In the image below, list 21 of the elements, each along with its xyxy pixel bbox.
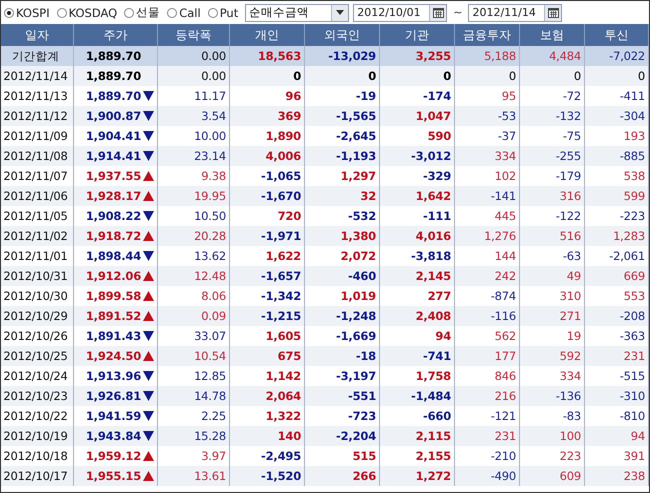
change-cell: 13.61	[158, 466, 230, 486]
calendar-icon[interactable]	[432, 8, 444, 18]
market-radio[interactable]: Put	[208, 6, 238, 20]
market-radio[interactable]: Call	[167, 6, 201, 20]
market-radio[interactable]: KOSPI	[4, 6, 50, 20]
start-date-field[interactable]: 2012/10/01	[353, 4, 448, 22]
market-radio[interactable]: 선물	[124, 5, 160, 20]
mode-dropdown[interactable]: 순매수금액	[245, 4, 350, 22]
amount-cell: 1,272	[380, 466, 455, 486]
caret-icon	[336, 10, 344, 15]
amount-cell: 238	[585, 466, 649, 486]
amount-cell: 609	[520, 466, 585, 486]
end-date-field[interactable]: 2012/11/14	[468, 4, 562, 22]
calendar-icon[interactable]	[548, 8, 559, 18]
market-radio[interactable]: KOSDAQ	[56, 6, 118, 20]
range-separator: ~	[452, 6, 464, 19]
amount-cell: -490	[455, 466, 520, 486]
amount-cell: 266	[305, 466, 380, 486]
price-cell: 1,955.15	[74, 466, 158, 486]
date-cell: 2012/10/17	[1, 466, 74, 486]
amount-cell: -1,520	[230, 466, 305, 486]
